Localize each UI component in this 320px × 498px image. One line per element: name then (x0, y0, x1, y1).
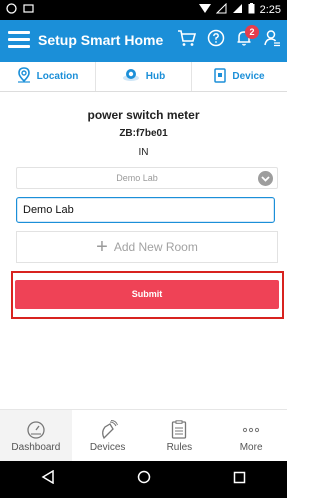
status-bar: 2:25 (0, 0, 287, 20)
nav-rules[interactable]: Rules (144, 410, 216, 461)
devices-icon (98, 418, 118, 442)
tab-device[interactable]: Device (192, 62, 287, 91)
tab-location[interactable]: Location (0, 62, 96, 91)
add-new-room-button[interactable]: + Add New Room (16, 231, 278, 263)
whatsapp-icon (6, 3, 17, 17)
bottom-nav: Dashboard Devices Rules More (0, 409, 287, 461)
more-icon (241, 418, 261, 442)
battery-icon (248, 3, 255, 17)
device-room-code: IN (138, 147, 149, 158)
nav-dashboard[interactable]: Dashboard (0, 410, 72, 461)
app-bar: Setup Smart Home 2 (0, 20, 287, 62)
nav-more[interactable]: More (215, 410, 287, 461)
device-icon (214, 67, 227, 86)
user-settings-icon[interactable] (263, 29, 281, 47)
setup-tabs: Location Hub Device (0, 62, 287, 92)
recents-icon[interactable] (233, 471, 246, 489)
tab-device-label: Device (232, 71, 265, 82)
notification-bell-icon[interactable]: 2 (235, 25, 259, 47)
submit-button[interactable]: Submit (15, 280, 279, 309)
page-title: Setup Smart Home (38, 32, 164, 48)
room-name-input[interactable] (16, 197, 275, 223)
nav-dashboard-label: Dashboard (11, 442, 61, 453)
add-new-room-label: Add New Room (113, 240, 198, 254)
tab-hub[interactable]: Hub (96, 62, 192, 91)
back-icon[interactable] (41, 469, 55, 489)
nav-devices[interactable]: Devices (72, 410, 144, 461)
menu-icon[interactable] (8, 31, 30, 51)
system-nav-bar (0, 461, 287, 498)
notification-badge: 2 (245, 25, 259, 39)
dashboard-icon (26, 418, 46, 442)
device-id: ZB:f7be01 (119, 128, 168, 139)
signal-icon (232, 3, 243, 17)
home-icon[interactable] (137, 470, 151, 489)
plus-icon: + (96, 236, 108, 258)
nav-rules-label: Rules (166, 442, 193, 453)
device-name: power switch meter (87, 108, 200, 122)
tab-location-label: Location (36, 71, 79, 82)
room-select[interactable]: Demo Lab (16, 167, 278, 189)
nav-devices-label: Devices (89, 442, 126, 453)
cart-icon[interactable] (177, 29, 197, 47)
room-select-value: Demo Lab (116, 173, 158, 183)
wifi-icon (198, 3, 211, 17)
image-icon (23, 3, 34, 17)
hub-icon (122, 68, 140, 85)
location-pin-icon (17, 67, 31, 86)
signal-icon (215, 2, 227, 17)
nav-more-label: More (239, 442, 263, 453)
chevron-down-icon[interactable] (258, 171, 273, 186)
rules-icon (171, 418, 187, 442)
tab-hub-label: Hub (145, 71, 166, 82)
help-icon[interactable] (207, 29, 225, 47)
clock: 2:25 (259, 4, 281, 16)
